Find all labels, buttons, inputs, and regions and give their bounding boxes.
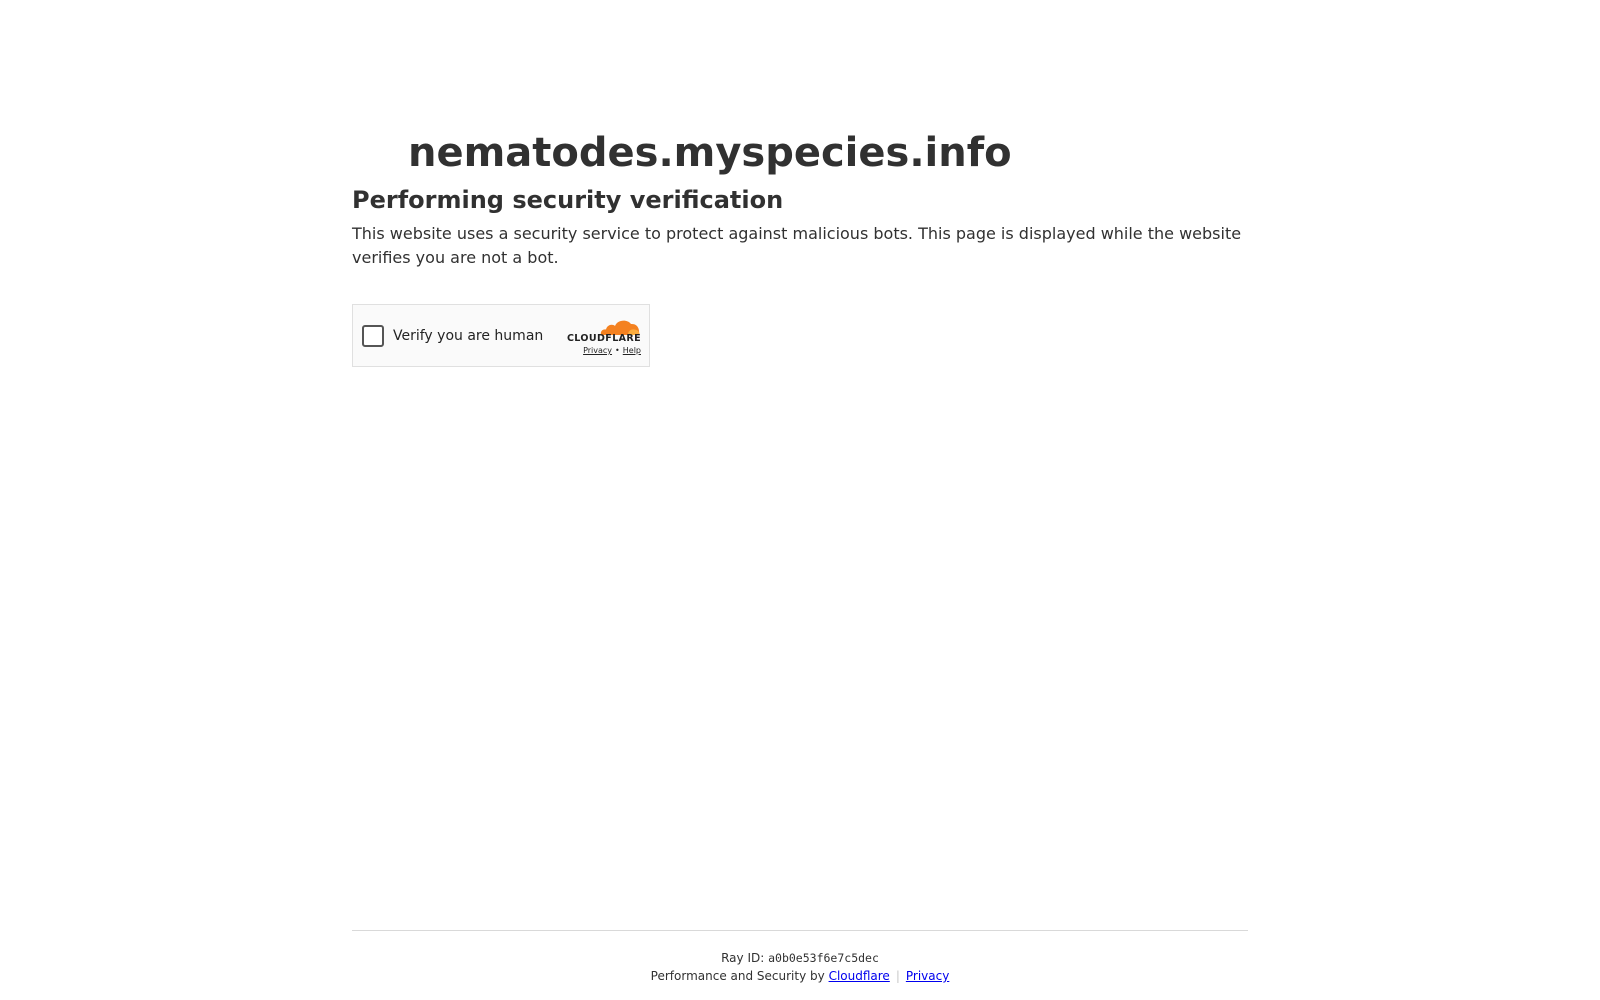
cloudflare-link[interactable]: Cloudflare (829, 969, 890, 983)
page-heading: Performing security verification (352, 186, 784, 214)
verify-checkbox[interactable] (362, 325, 384, 347)
widget-privacy-link[interactable]: Privacy (583, 346, 612, 355)
performance-text: Performance and Security by (650, 969, 825, 983)
footer-privacy-link[interactable]: Privacy (906, 969, 949, 983)
performance-line: Performance and Security by Cloudflare | P… (352, 967, 1248, 985)
page-description: This website uses a security service to … (352, 224, 1242, 267)
widget-link-separator: • (615, 346, 620, 355)
turnstile-widget: Verify you are human CLOUDFLARE Privacy •… (352, 304, 650, 367)
site-domain-title: nematodes.myspecies.info (408, 130, 1012, 176)
ray-id-label: Ray ID: (721, 951, 765, 965)
footer-separator: | (895, 969, 900, 983)
widget-links: Privacy • Help (583, 346, 641, 355)
cloudflare-wordmark: CLOUDFLARE (566, 333, 641, 344)
ray-id-value: a0b0e53f6e7c5dec (768, 951, 879, 965)
verify-label[interactable]: Verify you are human (393, 326, 543, 346)
widget-help-link[interactable]: Help (623, 346, 641, 355)
ray-id-line: Ray ID: a0b0e53f6e7c5dec (352, 949, 1248, 967)
page-footer: Ray ID: a0b0e53f6e7c5dec Performance and… (352, 930, 1248, 985)
cloudflare-brand: CLOUDFLARE Privacy • Help (565, 317, 641, 357)
